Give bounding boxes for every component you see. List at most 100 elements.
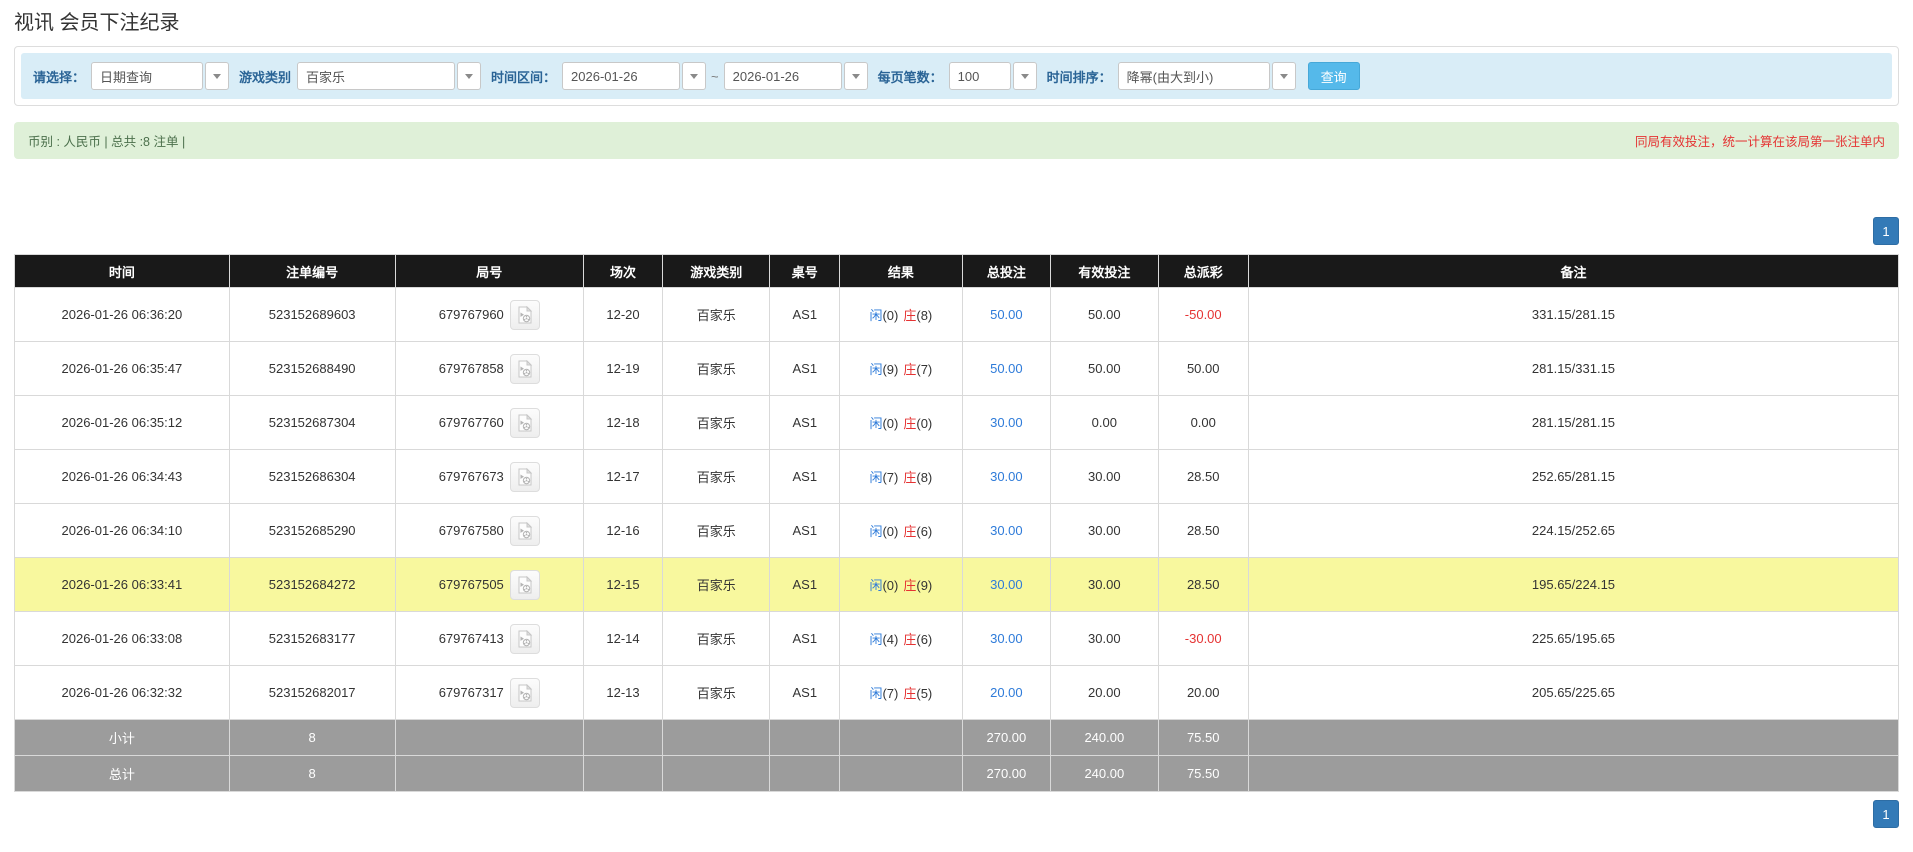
total-bet-link[interactable]: 30.00: [990, 415, 1023, 430]
footer-count-cell: 8: [228, 755, 396, 792]
result-banker-score: (8): [916, 470, 933, 485]
result-player-score: (7): [882, 470, 899, 485]
date-from-dropdown-arrow[interactable]: [682, 62, 707, 90]
remark-cell: 281.15/331.15: [1247, 341, 1900, 396]
page: 视讯 会员下注纪录 请选择： 日期查询 游戏类别 百家乐 时间区间： 2026-…: [0, 10, 1913, 828]
valid-bet-cell: 20.00: [1050, 665, 1159, 720]
remark-cell: 195.65/224.15: [1247, 557, 1900, 612]
video-file-icon: [518, 305, 533, 323]
table-row: 2026-01-26 06:34:43 523152686304 679767673…: [14, 449, 1900, 504]
total-bet-cell: 50.00: [961, 341, 1052, 396]
video-replay-button[interactable]: [509, 515, 540, 546]
column-header: 备注: [1247, 254, 1900, 288]
query-type-select[interactable]: 日期查询: [91, 62, 230, 90]
total-bet-link[interactable]: 30.00: [990, 631, 1023, 646]
page-size-select[interactable]: 100: [948, 62, 1037, 90]
round-number: 679767960: [438, 307, 504, 322]
summary-notice: 同局有效投注，统一计算在该局第一张注单内: [1634, 135, 1885, 149]
bet-number-cell: 523152682017: [228, 665, 396, 720]
video-file-icon: [518, 359, 533, 377]
pagination-page-button[interactable]: 1: [1873, 217, 1899, 245]
column-header: 游戏类别: [662, 254, 771, 288]
date-to-select[interactable]: 2026-01-26: [723, 62, 868, 90]
table-body: 2026-01-26 06:36:20 523152689603 679767960…: [14, 287, 1900, 720]
game-type-select[interactable]: 百家乐: [297, 62, 482, 90]
result-cell: 闲(0) 庄(6): [839, 503, 963, 558]
bet-number-cell: 523152687304: [228, 395, 396, 450]
footer-count-cell: 8: [228, 719, 396, 756]
total-bet-cell: 30.00: [961, 395, 1052, 450]
video-replay-button[interactable]: [509, 623, 540, 654]
session-cell: 12-15: [582, 557, 664, 612]
video-replay-button[interactable]: [509, 299, 540, 330]
session-cell: 12-13: [582, 665, 664, 720]
video-replay-button[interactable]: [509, 461, 540, 492]
pagination-page-button[interactable]: 1: [1873, 800, 1899, 828]
result-banker-label: 庄: [903, 416, 917, 431]
footer-valid-bet-cell: 240.00: [1050, 719, 1159, 756]
time-cell: 2026-01-26 06:35:12: [14, 395, 230, 450]
table-row: 2026-01-26 06:35:47 523152688490 679767858…: [14, 341, 1900, 396]
date-from-value: 2026-01-26: [562, 62, 681, 90]
payout-cell: 28.50: [1157, 503, 1249, 558]
table-row: 2026-01-26 06:32:32 523152682017 679767317…: [14, 665, 1900, 720]
total-bet-link[interactable]: 50.00: [990, 307, 1023, 322]
result-player-score: (0): [882, 578, 899, 593]
bet-records-table: 时间 注单编号 局号 场次 游戏类别 桌号 结果 总投注 有效投注 总派彩 备注 2026-01-2…: [14, 254, 1900, 792]
video-replay-button[interactable]: [509, 353, 540, 384]
table-number-cell: AS1: [769, 287, 841, 342]
game-type-value: 百家乐: [297, 62, 456, 90]
table-number-cell: AS1: [769, 503, 841, 558]
chevron-down-icon: [851, 73, 860, 79]
total-bet-link[interactable]: 50.00: [990, 361, 1023, 376]
total-bet-cell: 20.00: [961, 665, 1052, 720]
game-type-cell: 百家乐: [662, 341, 771, 396]
table-row: 2026-01-26 06:36:20 523152689603 679767960…: [14, 287, 1900, 342]
session-cell: 12-17: [582, 449, 664, 504]
total-bet-link[interactable]: 30.00: [990, 523, 1023, 538]
result-player-score: (7): [882, 686, 899, 701]
payout-cell: -50.00: [1157, 287, 1249, 342]
game-type-dropdown-arrow[interactable]: [457, 62, 482, 90]
query-type-dropdown-arrow[interactable]: [205, 62, 230, 90]
result-player-label: 闲: [869, 578, 883, 593]
game-type-cell: 百家乐: [662, 503, 771, 558]
total-bet-link[interactable]: 30.00: [990, 469, 1023, 484]
page-size-dropdown-arrow[interactable]: [1012, 62, 1037, 90]
result-player-label: 闲: [869, 308, 883, 323]
result-player-score: (0): [882, 416, 899, 431]
total-bet-link[interactable]: 20.00: [990, 685, 1023, 700]
result-player-label: 闲: [869, 686, 883, 701]
result-banker-label: 庄: [903, 632, 917, 647]
table-number-cell: AS1: [769, 449, 841, 504]
result-cell: 闲(0) 庄(9): [839, 557, 963, 612]
result-player-score: (9): [882, 362, 899, 377]
game-type-cell: 百家乐: [662, 287, 771, 342]
video-replay-button[interactable]: [509, 677, 540, 708]
table-number-cell: AS1: [769, 395, 841, 450]
sort-order-dropdown-arrow[interactable]: [1271, 62, 1296, 90]
video-replay-button[interactable]: [509, 569, 540, 600]
result-player-label: 闲: [869, 470, 883, 485]
filter-panel: 请选择： 日期查询 游戏类别 百家乐 时间区间： 2026-01-26 ~ 20…: [14, 46, 1899, 106]
table-footer: 小计 8 270.00 240.00 75.50 总计 8 270.00 240.00 75.50: [14, 719, 1900, 792]
query-button[interactable]: 查询: [1307, 62, 1360, 90]
table-number-cell: AS1: [769, 665, 841, 720]
date-range-separator: ~: [711, 68, 719, 84]
payout-cell: -30.00: [1157, 611, 1249, 666]
chevron-down-icon: [213, 73, 222, 79]
video-replay-button[interactable]: [509, 407, 540, 438]
round-cell: 679767960: [394, 287, 584, 342]
total-bet-cell: 30.00: [961, 503, 1052, 558]
date-from-select[interactable]: 2026-01-26: [562, 62, 707, 90]
round-cell: 679767505: [394, 557, 584, 612]
game-type-cell: 百家乐: [662, 665, 771, 720]
column-header: 总投注: [961, 254, 1052, 288]
total-bet-link[interactable]: 30.00: [990, 577, 1023, 592]
column-header: 时间: [14, 254, 230, 288]
page-title: 视讯 会员下注纪录: [14, 12, 180, 34]
sort-order-select[interactable]: 降幂(由大到小): [1117, 62, 1296, 90]
date-to-dropdown-arrow[interactable]: [843, 62, 868, 90]
round-number: 679767673: [438, 469, 504, 484]
table-number-cell: AS1: [769, 341, 841, 396]
